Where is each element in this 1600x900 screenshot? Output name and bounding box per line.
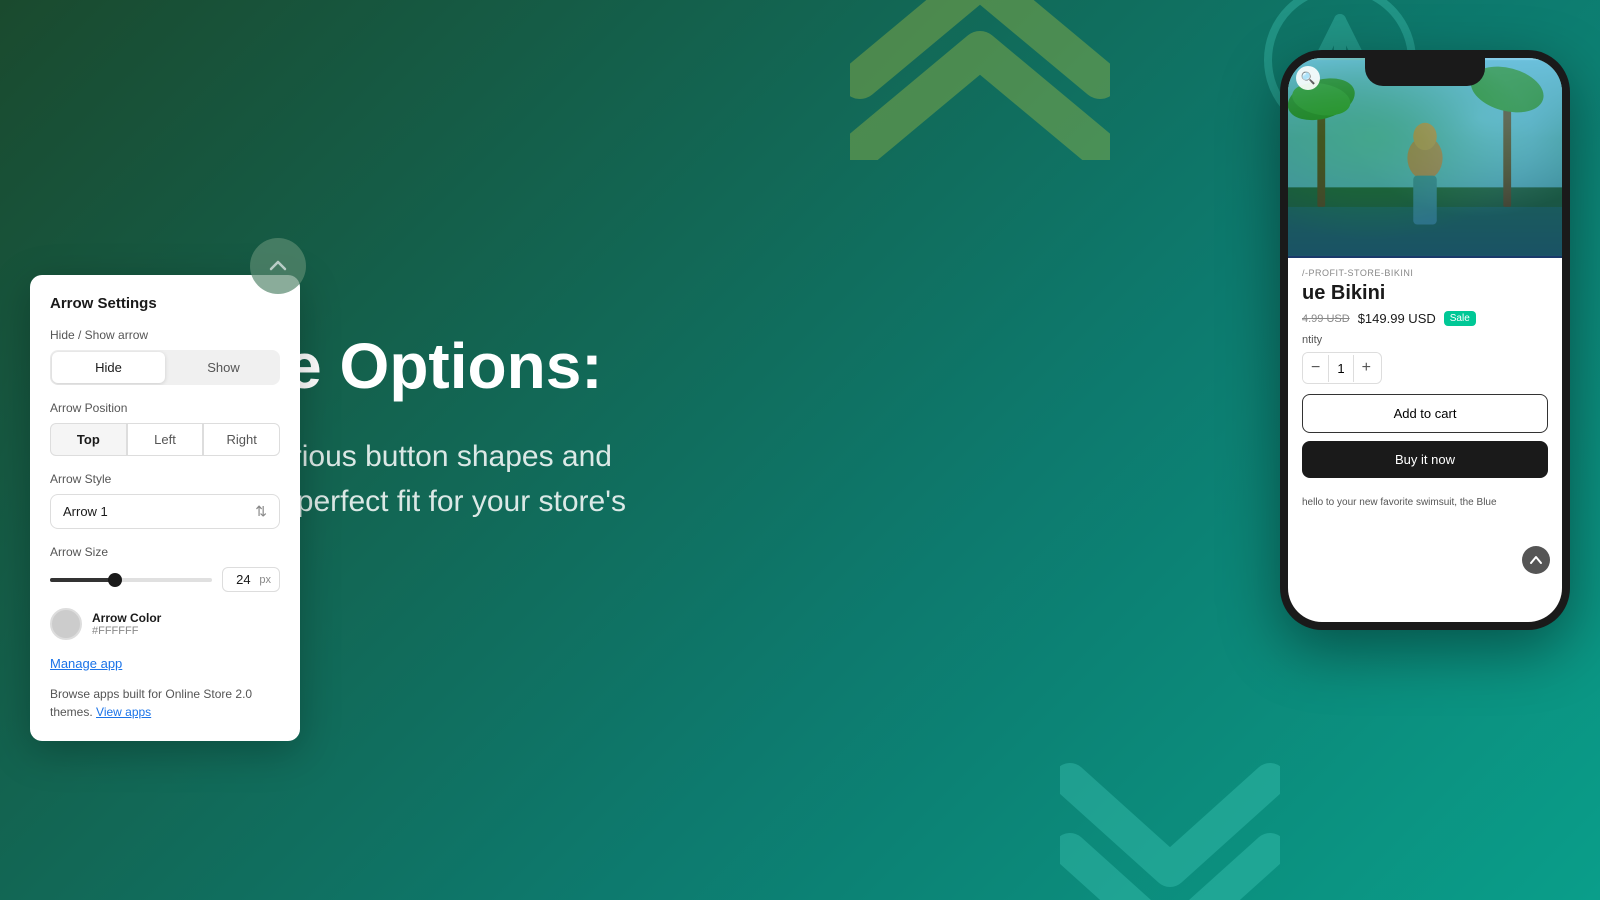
arrow-style-value: Arrow 1 xyxy=(63,504,255,519)
arrow-style-label: Arrow Style xyxy=(50,472,280,486)
arrow-size-label: Arrow Size xyxy=(50,545,280,559)
arrow-size-slider-row: 24 px xyxy=(50,567,280,592)
arrow-position-toggle: Top Left Right xyxy=(50,423,280,456)
price-row: 4.99 USD $149.99 USD Sale xyxy=(1302,311,1548,326)
scroll-top-icon xyxy=(1529,553,1543,567)
select-arrows-icon: ⇅ xyxy=(255,503,267,520)
product-name: ue Bikini xyxy=(1302,282,1548,305)
price-old: 4.99 USD xyxy=(1302,313,1350,325)
color-swatch[interactable] xyxy=(50,608,82,640)
slider-track[interactable] xyxy=(50,578,212,582)
arrow-up-icon xyxy=(266,254,290,278)
settings-panel: Arrow Settings Hide / Show arrow Hide Sh… xyxy=(30,275,300,741)
sale-badge: Sale xyxy=(1444,311,1476,326)
color-label: Arrow Color xyxy=(92,611,161,625)
add-to-cart-button[interactable]: Add to cart xyxy=(1302,394,1548,433)
quantity-decrement[interactable]: − xyxy=(1303,353,1328,383)
phone-notch xyxy=(1365,58,1485,86)
price-new: $149.99 USD xyxy=(1358,311,1436,326)
quantity-label: ntity xyxy=(1302,334,1548,346)
quantity-row[interactable]: − 1 + xyxy=(1302,352,1382,384)
hide-button[interactable]: Hide xyxy=(52,352,165,383)
phone-mockup: 🔍 /-PROFIT-STORE-BIKINI ue Bikini 4.99 U… xyxy=(1280,50,1570,630)
buy-now-button[interactable]: Buy it now xyxy=(1302,441,1548,478)
hide-show-label: Hide / Show arrow xyxy=(50,328,280,342)
slider-fill xyxy=(50,578,115,582)
bg-arrow-top-left-icon xyxy=(850,0,1110,160)
scroll-top-button[interactable] xyxy=(1522,546,1550,574)
manage-app-link[interactable]: Manage app xyxy=(50,656,280,671)
hide-show-toggle: Hide Show xyxy=(50,350,280,385)
position-top-button[interactable]: Top xyxy=(50,423,127,456)
arrow-color-row: Arrow Color #FFFFFF xyxy=(50,608,280,640)
color-hex: #FFFFFF xyxy=(92,625,161,637)
product-description: hello to your new favorite swimsuit, the… xyxy=(1288,496,1562,520)
product-image-svg xyxy=(1288,58,1562,258)
size-unit: px xyxy=(259,574,271,586)
panel-title: Arrow Settings xyxy=(50,295,280,312)
slider-thumb[interactable] xyxy=(108,573,122,587)
view-apps-link[interactable]: View apps xyxy=(96,705,151,719)
store-name: /-PROFIT-STORE-BIKINI xyxy=(1302,268,1548,278)
color-info: Arrow Color #FFFFFF xyxy=(92,611,161,637)
quantity-increment[interactable]: + xyxy=(1354,353,1379,383)
bg-arrow-bottom-icon xyxy=(1060,760,1280,900)
phone-screen: 🔍 /-PROFIT-STORE-BIKINI ue Bikini 4.99 U… xyxy=(1288,58,1562,622)
browse-text: Browse apps built for Online Store 2.0 t… xyxy=(50,685,280,721)
size-value: 24 xyxy=(231,572,255,587)
quantity-value: 1 xyxy=(1328,355,1353,382)
search-icon-phone[interactable]: 🔍 xyxy=(1296,66,1320,90)
arrow-position-label: Arrow Position xyxy=(50,401,280,415)
size-input[interactable]: 24 px xyxy=(222,567,280,592)
show-button[interactable]: Show xyxy=(167,350,280,385)
position-right-button[interactable]: Right xyxy=(203,423,280,456)
product-details: /-PROFIT-STORE-BIKINI ue Bikini 4.99 USD… xyxy=(1288,258,1562,496)
scroll-up-preview-button[interactable] xyxy=(250,238,306,294)
arrow-style-select[interactable]: Arrow 1 ⇅ xyxy=(50,494,280,529)
product-image: 🔍 xyxy=(1288,58,1562,258)
position-left-button[interactable]: Left xyxy=(127,423,204,456)
